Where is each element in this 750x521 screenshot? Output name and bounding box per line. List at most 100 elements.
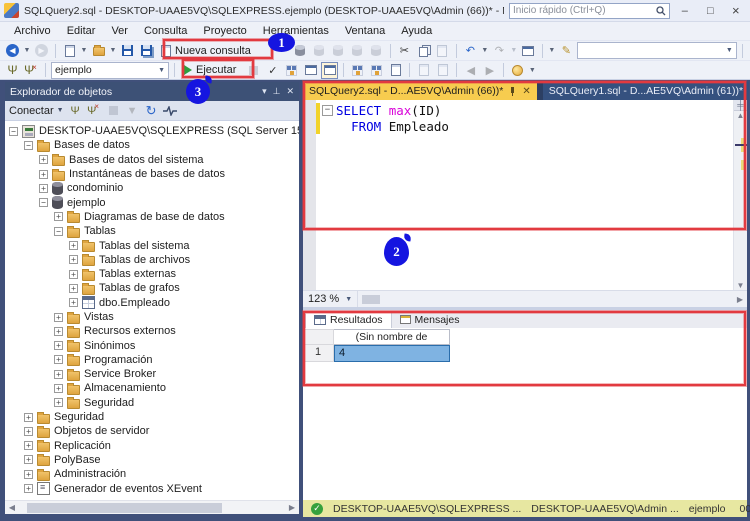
tree-item[interactable]: + Bases de datos del sistema [5,153,299,167]
menu-item-herramientas[interactable]: Herramientas [255,23,337,39]
tree-expander-icon[interactable]: + [54,212,63,222]
tree-expander-icon[interactable]: + [24,441,33,451]
tree-expander-icon[interactable]: + [69,298,78,308]
redo-icon[interactable]: ↷ [491,42,508,59]
scroll-down-icon[interactable]: ▼ [734,281,747,290]
code-area[interactable]: − SELECT max (ID) FROM Empleado [316,100,747,290]
pen-icon[interactable]: ✎ [558,42,575,59]
menu-item-ventana[interactable]: Ventana [337,23,393,39]
stop-icon[interactable] [106,103,121,118]
scroll-up-icon[interactable]: ▲ [734,111,747,120]
tree-item[interactable]: + Vistas [5,310,299,324]
tree-item[interactable]: + Objetos de servidor [5,424,299,438]
disconnect-plug-icon[interactable]: Ψ [87,103,102,118]
dmx-query-icon[interactable] [349,42,366,59]
tree-item[interactable]: − Bases de datos [5,138,299,152]
tree-expander-icon[interactable]: + [69,241,78,251]
results-to-grid-icon[interactable] [321,61,339,79]
chevron-down-icon[interactable]: ▼ [23,47,31,54]
comment-icon[interactable] [415,62,432,79]
xmla-query-icon[interactable] [368,42,385,59]
tree-expander-icon[interactable]: − [9,126,18,136]
save-icon[interactable] [119,42,136,59]
tree-item[interactable]: − DESKTOP-UAAE5VQ\SQLEXPRESS (SQL Server … [5,124,299,138]
tree-expander-icon[interactable]: + [39,169,48,179]
connect-plug-icon[interactable]: Ψ [68,103,83,118]
mdx-query-icon[interactable] [330,42,347,59]
connect-plug-icon[interactable]: Ψ [4,62,21,79]
copy-icon[interactable] [415,42,432,59]
tree-item[interactable]: + Replicación [5,439,299,453]
tree-item[interactable]: + Administración [5,467,299,481]
analysis-query-icon[interactable] [311,42,328,59]
actual-plan-icon[interactable] [349,62,366,79]
tree-item[interactable]: − ejemplo [5,195,299,210]
indent-icon[interactable]: ▶ [481,62,498,79]
parse-icon[interactable]: ✓ [264,62,281,79]
tree-item[interactable]: + Generador de eventos XEvent [5,481,299,496]
tree-expander-icon[interactable]: + [54,398,63,408]
tree-expander-icon[interactable]: + [54,369,63,379]
menu-item-archivo[interactable]: Archivo [6,23,59,39]
chevron-down-icon[interactable]: ▼ [510,47,518,54]
tree-item[interactable]: + Tablas externas [5,267,299,281]
tab-resultados[interactable]: Resultados [305,311,392,328]
chevron-down-icon[interactable]: ▼ [80,47,88,54]
outdent-icon[interactable]: ◀ [462,62,479,79]
grid-column-header[interactable]: (Sin nombre de columna) [334,329,450,357]
maximize-button[interactable]: □ [700,3,720,19]
find-window-icon[interactable] [520,42,537,59]
pin-icon[interactable]: ⊥ [273,86,281,97]
open-file-icon[interactable] [90,42,107,59]
tree-expander-icon[interactable]: + [24,469,33,479]
tree-expander-icon[interactable]: + [54,383,63,393]
tree-item[interactable]: + Tablas de grafos [5,281,299,295]
intellisense-icon[interactable] [509,62,526,79]
tree-expander-icon[interactable]: + [24,426,33,436]
tree-expander-icon[interactable]: + [54,341,63,351]
chevron-down-icon[interactable]: ▼ [158,67,165,74]
tree-expander-icon[interactable]: + [54,355,63,365]
tree-expander-icon[interactable]: − [54,226,63,236]
find-combo[interactable]: ▼ [576,42,737,59]
refresh-icon[interactable]: ↻ [144,103,159,118]
tree-item[interactable]: + Tablas del sistema [5,238,299,253]
minimize-button[interactable]: – [675,3,695,19]
tree-expander-icon[interactable]: + [69,283,78,293]
new-query-button[interactable]: Nueva consulta [157,42,258,59]
editor-vscrollbar[interactable]: ╪ ▲ ▼ [733,100,747,290]
live-stats-icon[interactable] [368,62,385,79]
tree-item[interactable]: − Tablas [5,224,299,238]
save-all-icon[interactable] [138,42,155,59]
grid-row-number[interactable]: 1 [303,345,334,362]
tree-item[interactable]: + Programación [5,353,299,367]
editor-hscroll-thumb[interactable] [362,294,381,304]
execute-button[interactable]: Ejecutar [180,62,243,79]
close-button[interactable]: × [726,3,746,19]
tree-item[interactable]: + Sinónimos [5,338,299,353]
results-file-icon[interactable] [387,62,404,79]
scrollbar-thumb[interactable] [27,502,222,513]
scroll-left-icon[interactable]: ◀ [5,503,19,512]
undo-icon[interactable]: ↶ [462,42,479,59]
zoom-level-combo[interactable]: 123 % ▼ [303,291,359,307]
quick-launch-search[interactable]: Inicio rápido (Ctrl+Q) [509,2,670,19]
scroll-right-icon[interactable]: ▶ [733,295,747,304]
split-grip-icon[interactable]: ╪ [734,100,747,111]
scroll-right-icon[interactable]: ▶ [285,503,299,512]
tab-mensajes[interactable]: Mensajes [392,311,468,328]
tab-sqlquery2[interactable]: SQLQuery2.sql - D...AE5VQ\Admin (66))* ✕ [303,82,537,100]
tree-expander-icon[interactable]: + [54,326,63,336]
tree-item[interactable]: + dbo.Empleado [5,296,299,310]
paste-icon[interactable] [434,42,451,59]
menu-item-ver[interactable]: Ver [103,23,136,39]
menu-item-consulta[interactable]: Consulta [136,23,195,39]
tree-item[interactable]: + Recursos externos [5,324,299,338]
navigate-forward-icon[interactable]: ▶ [33,42,50,59]
close-tab-icon[interactable]: ✕ [522,86,530,97]
chevron-down-icon[interactable]: ▼ [528,67,536,74]
tree-expander-icon[interactable]: + [39,155,48,165]
debug-icon[interactable] [245,62,262,79]
window-position-icon[interactable]: ▾ [262,86,267,97]
tree-expander-icon[interactable]: + [24,484,33,494]
